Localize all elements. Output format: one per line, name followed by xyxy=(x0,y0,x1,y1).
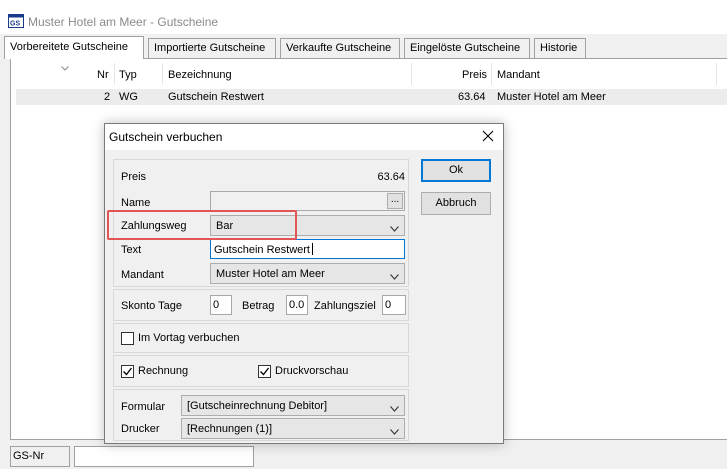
mandant-value: Muster Hotel am Meer xyxy=(216,268,325,280)
details-group: Preis 63.64 Name ... Zahlungsweg Bar Tex… xyxy=(113,159,409,287)
dialog-title: Gutschein verbuchen xyxy=(109,130,223,144)
drucker-value: [Rechnungen (1)] xyxy=(187,423,272,435)
chevron-down-icon xyxy=(390,223,399,232)
zahlungsziel-input[interactable]: 0 xyxy=(382,295,406,315)
sort-chevron-icon xyxy=(61,62,69,71)
chevron-down-icon xyxy=(390,403,399,412)
zahlungsweg-value: Bar xyxy=(216,220,234,232)
window-title: Muster Hotel am Meer - Gutscheine xyxy=(28,15,219,29)
chevron-down-icon xyxy=(390,426,399,435)
row-mandant: Muster Hotel am Meer xyxy=(497,91,606,103)
formular-label: Formular xyxy=(121,401,166,413)
close-icon[interactable] xyxy=(481,129,495,143)
column-header-typ[interactable]: Typ xyxy=(119,69,137,81)
formular-value: [Gutscheinrechnung Debitor] xyxy=(187,400,328,412)
app-window-icon[interactable]: GS xyxy=(8,13,24,29)
im-vortag-label[interactable]: Im Vortag verbuchen xyxy=(138,332,240,344)
skonto-tage-label: Skonto Tage xyxy=(121,300,182,312)
column-divider[interactable] xyxy=(411,63,412,85)
tab-importierte-gutscheine[interactable]: Importierte Gutscheine xyxy=(148,38,276,58)
preis-label: Preis xyxy=(121,171,147,183)
text-caret xyxy=(311,243,313,255)
checkmark-icon xyxy=(123,367,133,376)
column-header-mandant[interactable]: Mandant xyxy=(497,69,540,81)
rechnung-label[interactable]: Rechnung xyxy=(138,365,188,377)
tab-vorbereitete-gutscheine[interactable]: Vorbereitete Gutscheine xyxy=(4,36,144,59)
print-options-group: Rechnung Druckvorschau xyxy=(113,355,409,387)
zahlungsweg-select[interactable]: Bar xyxy=(210,215,405,236)
tab-eingeloeste-gutscheine[interactable]: Eingelöste Gutscheine xyxy=(404,38,530,58)
table-row[interactable]: 2 WG Gutschein Restwert 63.64 Muster Hot… xyxy=(16,89,727,105)
text-input[interactable]: Gutschein Restwert xyxy=(210,239,405,259)
dialog-title-bar: Gutschein verbuchen xyxy=(105,124,503,150)
tab-historie[interactable]: Historie xyxy=(534,38,586,58)
preis-value: 63.64 xyxy=(377,171,405,183)
list-header: Nr Typ Bezeichnung Preis Mandant xyxy=(11,59,727,87)
skonto-tage-input[interactable]: 0 xyxy=(210,295,232,315)
im-vortag-checkbox[interactable] xyxy=(121,332,134,345)
skonto-group: Skonto Tage 0 Betrag 0.0 Zahlungsziel 0 xyxy=(113,289,409,321)
name-label: Name xyxy=(121,197,151,209)
betrag-input[interactable]: 0.0 xyxy=(286,295,308,315)
column-divider[interactable] xyxy=(716,63,717,85)
gutschein-verbuchen-dialog: Gutschein verbuchen Preis 63.64 Name ...… xyxy=(104,123,504,444)
gs-nr-label: GS-Nr xyxy=(10,446,70,467)
printer-group: Formular [Gutscheinrechnung Debitor] Dru… xyxy=(113,389,409,441)
zahlungsziel-label: Zahlungsziel xyxy=(314,300,376,312)
zahlungsweg-label: Zahlungsweg xyxy=(121,220,187,232)
druckvorschau-checkbox[interactable] xyxy=(258,365,271,378)
ok-button[interactable]: Ok xyxy=(421,159,491,182)
mandant-label: Mandant xyxy=(121,269,164,281)
abbruch-button[interactable]: Abbruch xyxy=(421,192,491,215)
row-typ: WG xyxy=(119,91,138,103)
svg-text:GS: GS xyxy=(10,21,20,28)
row-nr: 2 xyxy=(104,91,111,103)
column-divider[interactable] xyxy=(491,63,492,85)
tab-strip: Vorbereitete Gutscheine Importierte Guts… xyxy=(4,36,727,59)
formular-select[interactable]: [Gutscheinrechnung Debitor] xyxy=(181,395,405,416)
drucker-label: Drucker xyxy=(121,423,160,435)
column-header-preis[interactable]: Preis xyxy=(462,69,487,81)
chevron-down-icon xyxy=(390,271,399,280)
druckvorschau-label[interactable]: Druckvorschau xyxy=(275,365,348,377)
row-preis: 63.64 xyxy=(458,91,486,103)
column-header-nr[interactable]: Nr xyxy=(97,69,109,81)
window-title-bar: GS Muster Hotel am Meer - Gutscheine xyxy=(0,0,727,34)
text-value: Gutschein Restwert xyxy=(214,244,310,256)
name-browse-button[interactable]: ... xyxy=(387,193,403,209)
betrag-label: Betrag xyxy=(242,300,275,312)
row-bezeichnung: Gutschein Restwert xyxy=(168,91,264,103)
vortag-group: Im Vortag verbuchen xyxy=(113,323,409,353)
name-field[interactable]: ... xyxy=(210,191,405,211)
column-divider[interactable] xyxy=(162,63,163,85)
text-label: Text xyxy=(121,244,142,256)
gs-nr-input[interactable] xyxy=(74,446,254,467)
drucker-select[interactable]: [Rechnungen (1)] xyxy=(181,418,405,439)
status-bar: GS-Nr xyxy=(10,446,727,469)
column-header-bezeichnung[interactable]: Bezeichnung xyxy=(168,69,232,81)
tab-verkaufte-gutscheine[interactable]: Verkaufte Gutscheine xyxy=(280,38,400,58)
checkmark-icon xyxy=(260,367,270,376)
column-divider[interactable] xyxy=(114,63,115,85)
rechnung-checkbox[interactable] xyxy=(121,365,134,378)
mandant-select[interactable]: Muster Hotel am Meer xyxy=(210,263,405,284)
